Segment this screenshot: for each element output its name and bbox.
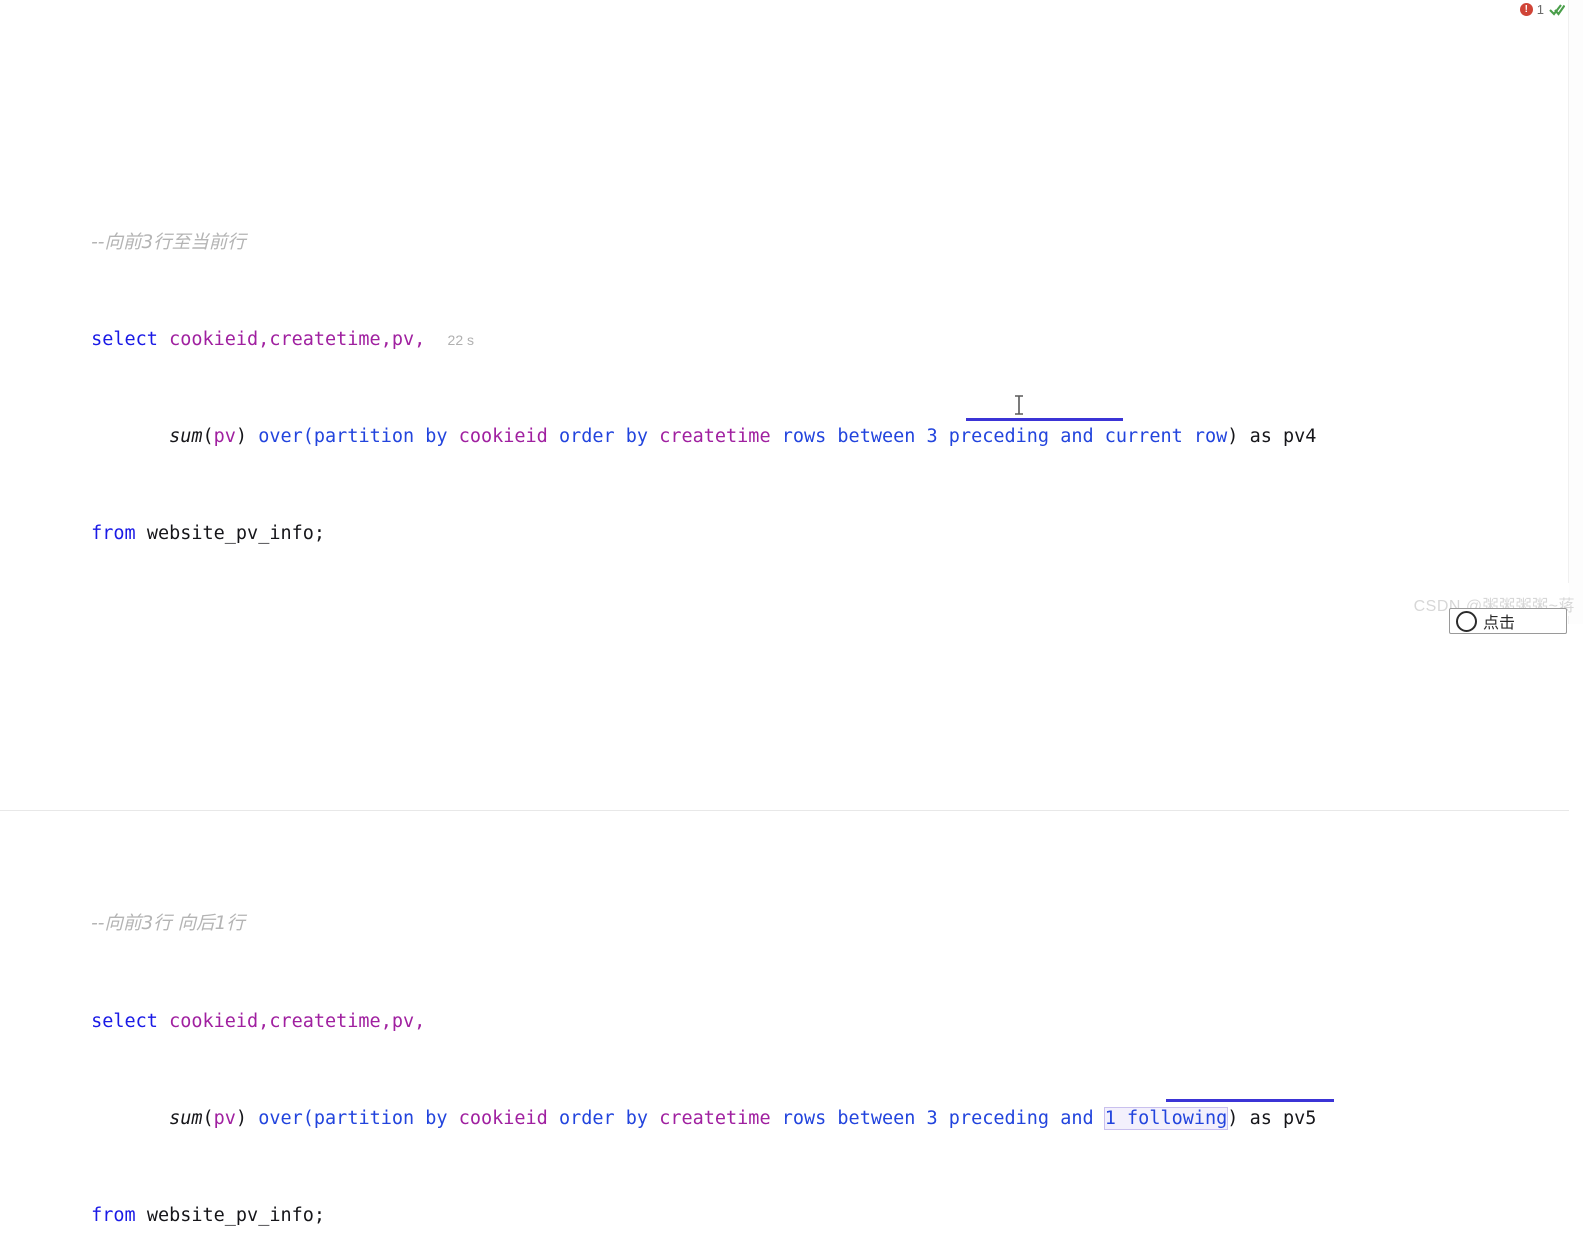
select-line[interactable]: select cookieid,createtime,pv, 22 s [0,292,1569,350]
order-by: order by [558,1107,649,1129]
sql-editor[interactable]: ! 1 --向前3行至当前行 select cookieid,createtim… [0,0,1583,1226]
window-function-line[interactable]: sum(pv) over(partition by cookieid order… [0,1070,1569,1130]
frame-end-underline [1166,1099,1334,1103]
editor-error-stripe-gutter[interactable] [1568,0,1583,624]
frame-end: current row [1104,426,1228,448]
sql-comment: --向前3行至当前行 [91,231,246,253]
code-content[interactable]: --向前3行至当前行 select cookieid,createtime,pv… [0,0,1569,1248]
frame-keyword: rows between [781,1107,916,1129]
partition-by: partition by [313,426,448,448]
from-table: website_pv_info; [146,523,326,545]
error-circle-icon: ! [1519,3,1533,16]
query-timing: 22 s [447,332,475,349]
over-keyword: over( [258,1107,314,1129]
error-count: 1 [1536,2,1544,17]
sql-block-2: --向前3行 向后1行 select cookieid,createtime,p… [0,810,1569,1248]
sql-block-1: --向前3行至当前行 select cookieid,createtime,pv… [0,130,1569,681]
from-line[interactable]: from website_pv_info; [0,1168,1569,1226]
popup-label: 点击 [1483,613,1516,632]
error-badge[interactable]: ! 1 [1519,2,1544,17]
keyword-from: from [91,1204,136,1226]
window-function-line[interactable]: sum(pv) over(partition by cookieid order… [0,389,1569,447]
bottom-popup-peek[interactable]: 点击 [1449,608,1567,634]
comment-line[interactable]: --向前3行至当前行 [0,194,1569,253]
frame-start: 3 preceding [926,426,1050,448]
editor-status-icons: ! 1 [1519,2,1566,17]
double-check-icon[interactable] [1549,2,1566,17]
from-line[interactable]: from website_pv_info; [0,486,1569,544]
frame-and: and [1060,426,1094,448]
select-columns: cookieid,createtime,pv, [169,329,426,351]
over-keyword: over( [258,426,314,448]
select-columns: cookieid,createtime,pv, [169,1010,426,1032]
select-line[interactable]: select cookieid,createtime,pv, [0,973,1569,1032]
sum-arg: pv [213,426,236,448]
partition-column: cookieid [458,426,548,448]
order-by: order by [558,426,649,448]
sum-function: sum [169,426,203,448]
keyword-select: select [91,1010,158,1032]
partition-by: partition by [313,1107,448,1129]
order-column: createtime [659,1107,771,1129]
frame-start: 3 preceding [926,1107,1050,1129]
circle-icon [1456,610,1477,632]
frame-end-selected[interactable]: 1 following [1103,1106,1229,1130]
sum-function: sum [169,1107,203,1129]
frame-and: and [1060,1107,1094,1129]
keyword-from: from [91,523,136,545]
sum-arg: pv [213,1107,236,1129]
column-alias: ) as pv5 [1227,1107,1317,1129]
sql-comment: --向前3行 向后1行 [91,913,245,935]
block-spacer [0,583,1569,616]
column-alias: ) as pv4 [1227,426,1317,448]
comment-line[interactable]: --向前3行 向后1行 [0,876,1569,934]
from-table: website_pv_info; [146,1204,326,1226]
order-column: createtime [659,426,771,448]
frame-keyword: rows between [781,426,916,448]
partition-column: cookieid [458,1107,548,1129]
keyword-select: select [91,329,158,351]
frame-start-underline [966,417,1123,421]
